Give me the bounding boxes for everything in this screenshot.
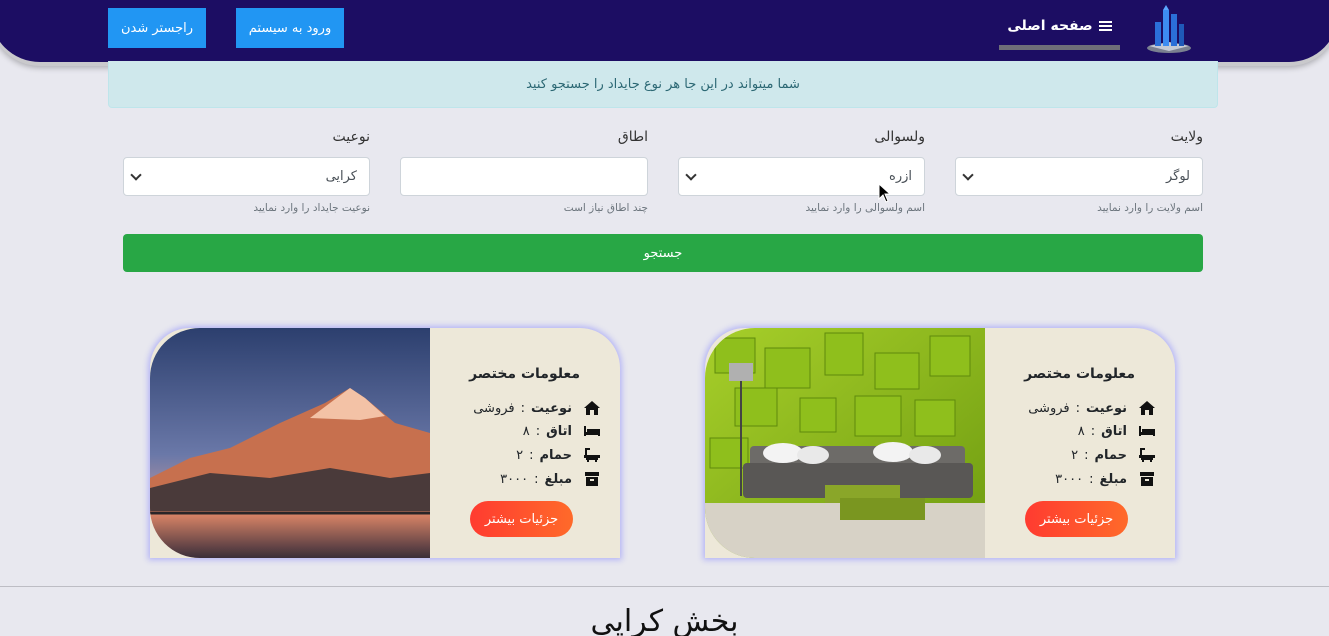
more-details-button[interactable]: جزئیات بیشتر	[1025, 501, 1128, 537]
property-image-living-room[interactable]	[705, 328, 985, 558]
bath-icon	[584, 448, 600, 462]
search-button[interactable]: جستجو	[123, 234, 1203, 272]
card-price-key: مبلغ	[544, 471, 572, 487]
card-rooms-value: ۸	[522, 423, 530, 439]
province-select-value: لوگر	[1165, 169, 1190, 184]
card-type-value: فروشی	[1028, 400, 1070, 416]
property-card: معلومات مختصر نوعیت : فروشی اتاق : ۸ حما…	[150, 328, 620, 558]
type-help: نوعیت جایداد را وارد نمایید	[253, 202, 370, 214]
card-type-key: نوعیت	[1086, 400, 1127, 416]
district-label: ولسوالی	[874, 129, 925, 145]
archive-icon	[1140, 472, 1154, 486]
card-price-value: ۳۰۰۰	[1055, 471, 1084, 487]
rooms-label: اطاق	[617, 129, 648, 145]
bed-icon	[584, 426, 600, 436]
card-price-value: ۳۰۰۰	[500, 471, 529, 487]
type-label: نوعیت	[332, 129, 370, 145]
card-price-row: مبلغ : ۳۰۰۰	[460, 469, 600, 489]
property-card: معلومات مختصر نوعیت : فروشی اتاق : ۸ حما…	[705, 328, 1175, 558]
chevron-down-icon	[130, 169, 142, 181]
card-type-row: نوعیت : فروشی	[1015, 398, 1155, 418]
card-type-value: فروشی	[473, 400, 515, 416]
info-alert-text: شما میتواند در این جا هر نوع جایداد را ج…	[526, 76, 800, 92]
more-details-button[interactable]: جزئیات بیشتر	[470, 501, 573, 537]
type-select[interactable]: کرایی	[123, 157, 370, 196]
district-help: اسم ولسوالی را وارد نمایید	[805, 202, 926, 214]
nav-home-link[interactable]: صفحه اصلی	[999, 8, 1120, 44]
card-bath-key: حمام	[539, 447, 573, 463]
card-title: معلومات مختصر	[1024, 366, 1135, 382]
chevron-down-icon	[685, 169, 697, 181]
card-bath-key: حمام	[1094, 447, 1128, 463]
info-alert: شما میتواند در این جا هر نوع جایداد را ج…	[108, 61, 1218, 108]
card-type-row: نوعیت : فروشی	[460, 398, 600, 418]
register-button[interactable]: راجستر شدن	[108, 8, 206, 48]
property-image-mountain[interactable]	[150, 328, 430, 558]
section-divider	[0, 586, 1329, 587]
bed-icon	[1139, 426, 1155, 436]
card-price-key: مبلغ	[1099, 471, 1127, 487]
card-rooms-row: اتاق : ۸	[460, 421, 600, 441]
card-type-key: نوعیت	[531, 400, 572, 416]
card-bath-value: ۲	[516, 447, 524, 463]
district-select-value: ازره	[889, 169, 912, 184]
card-bath-value: ۲	[1071, 447, 1079, 463]
bath-icon	[1139, 448, 1155, 462]
nav-active-indicator	[999, 45, 1120, 50]
card-rooms-value: ۸	[1077, 423, 1085, 439]
card-rooms-row: اتاق : ۸	[1015, 421, 1155, 441]
card-title: معلومات مختصر	[469, 366, 580, 382]
mouse-cursor-icon	[878, 183, 892, 203]
province-select[interactable]: لوگر	[955, 157, 1203, 196]
card-bath-row: حمام : ۲	[460, 445, 600, 465]
archive-icon	[585, 472, 599, 486]
home-icon	[584, 401, 600, 415]
province-help: اسم ولایت را وارد نمایید	[1097, 202, 1203, 214]
card-bath-row: حمام : ۲	[1015, 445, 1155, 465]
card-price-row: مبلغ : ۳۰۰۰	[1015, 469, 1155, 489]
building-logo-icon[interactable]	[1143, 4, 1195, 56]
card-rooms-key: اتاق	[546, 423, 572, 439]
home-icon	[1139, 401, 1155, 415]
rooms-input[interactable]	[400, 157, 648, 196]
province-label: ولایت	[1170, 129, 1203, 145]
rental-section-title: بخش کرایی	[590, 604, 739, 636]
nav-home-label: صفحه اصلی	[1007, 18, 1093, 34]
login-button[interactable]: ورود به سیستم	[236, 8, 344, 48]
rooms-help: چند اطاق نیاز است	[563, 202, 648, 214]
card-rooms-key: اتاق	[1101, 423, 1127, 439]
menu-icon	[1098, 20, 1112, 32]
chevron-down-icon	[962, 169, 974, 181]
type-select-value: کرایی	[325, 169, 357, 184]
